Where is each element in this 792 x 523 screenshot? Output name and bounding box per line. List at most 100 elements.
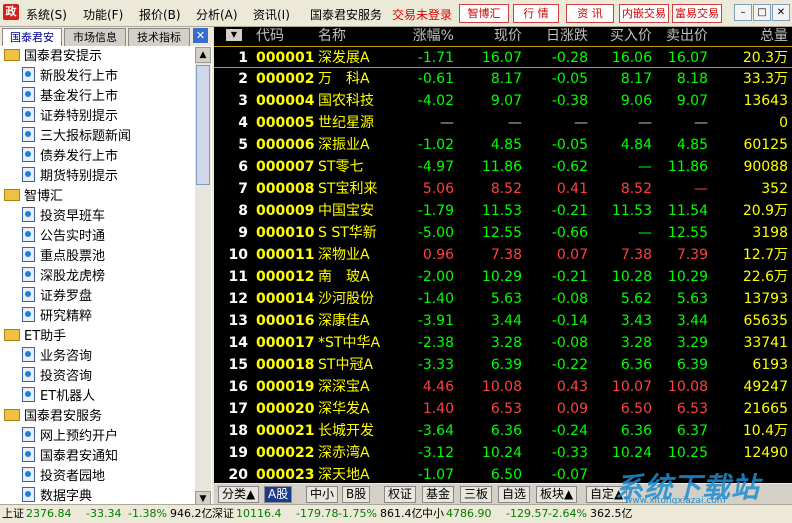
close-panel-icon[interactable]: ✕ [193,28,208,43]
tab-market-info[interactable]: 市场信息 [64,28,126,46]
row-index: 7 [238,181,248,197]
row-index: 16 [228,379,248,395]
tab-gtja[interactable]: 国泰君安 [2,28,62,46]
menu-function[interactable]: 功能(F) [83,6,123,23]
col-price[interactable]: 现价 [486,27,522,45]
tree-item[interactable]: 新股发行上市 [22,67,118,87]
menu-gtja-service[interactable]: 国泰君安服务 [310,6,382,23]
scroll-thumb[interactable] [196,65,210,185]
col-day-change[interactable]: 日涨跌 [540,27,588,45]
table-row[interactable]: 16 000019 深深宝A 4.46 10.08 0.43 10.07 10.08 49247 [214,376,792,398]
table-row[interactable]: 19 000022 深赤湾A -3.12 10.24 -0.33 10.24 10.25 124… [214,442,792,464]
tree-item[interactable]: ET机器人 [22,387,95,407]
close-button[interactable]: ✕ [772,4,790,21]
col-bid[interactable]: 买入价 [604,27,652,45]
table-row[interactable]: 5 000006 深振业A -1.02 4.85 -0.05 4.84 4.85 60125 [214,134,792,156]
table-row[interactable]: 7 000008 ST宝利来 5.06 8.52 0.41 8.52 — 352 [214,178,792,200]
table-row[interactable]: 11 000012 南 玻A -2.00 10.29 -0.21 10.28 10.29 22.… [214,266,792,288]
tree-label: 证券特别提示 [40,109,119,124]
document-icon [22,467,35,482]
col-change-pct[interactable]: 涨幅% [404,27,454,45]
market-tab[interactable]: 自选 [498,486,531,503]
tree-item[interactable]: 国泰君安通知 [22,447,118,467]
tree-item[interactable]: 业务咨询 [22,347,92,367]
tree-folder[interactable]: 智博汇 [4,187,63,207]
table-row[interactable]: 10 000011 深物业A 0.96 7.38 0.07 7.38 7.39 12.7万 [214,244,792,266]
tree-item[interactable]: 投资早班车 [22,207,105,227]
tree-item[interactable]: 重点股票池 [22,247,105,267]
table-row[interactable]: 15 000018 ST中冠A -3.33 6.39 -0.22 6.36 6.39 6193 [214,354,792,376]
market-tab[interactable]: B股 [342,486,371,503]
tree-scrollbar[interactable]: ▲ ▼ [195,47,211,507]
market-tab[interactable]: 中小 [306,486,339,503]
market-tab[interactable]: A股 [264,486,293,503]
stock-name: *ST中华A [318,335,381,351]
tab-tech-indicators[interactable]: 技术指标 [128,28,190,46]
table-row[interactable]: 13 000016 深康佳A -3.91 3.44 -0.14 3.43 3.44 65635 [214,310,792,332]
embedded-trade-button[interactable]: 内嵌交易 [619,4,669,23]
table-row[interactable]: 12 000014 沙河股份 -1.40 5.63 -0.08 5.62 5.63 13793 [214,288,792,310]
day-change: -0.05 [551,137,588,153]
zhibohui-button[interactable]: 智博汇 [459,4,509,23]
col-ask[interactable]: 卖出价 [660,27,708,45]
change-pct: -3.91 [417,313,454,329]
table-row[interactable]: 1 000001 深发展A -1.71 16.07 -0.28 16.06 16.07 20.3… [214,46,792,68]
app-logo-icon: 政 [3,4,19,20]
change-pct: -0.61 [417,71,454,87]
quote-button[interactable]: 行 情 [513,4,559,23]
info-button[interactable]: 资 讯 [566,4,614,23]
tree-item[interactable]: 证券罗盘 [22,287,92,307]
table-row[interactable]: 4 000005 世纪星源 — — — — — 0 [214,112,792,134]
menu-quote[interactable]: 报价(B) [139,6,181,23]
tree-item[interactable]: 基金发行上市 [22,87,118,107]
fuyi-trade-button[interactable]: 富易交易 [672,4,722,23]
day-change: -0.28 [551,50,588,66]
table-row[interactable]: 9 000010 S ST华新 -5.00 12.55 -0.66 — 12.55 3198 [214,222,792,244]
market-tab[interactable]: 板块▲ [536,486,578,503]
left-panel-tabs: 国泰君安 市场信息 技术指标 ✕ [0,27,212,46]
stock-name: ST中冠A [318,357,374,373]
market-tab[interactable]: 基金 [422,486,455,503]
table-row[interactable]: 14 000017 *ST中华A -2.38 3.28 -0.08 3.28 3.29 3374… [214,332,792,354]
volume: 10.4万 [742,423,788,439]
tree-item[interactable]: 期货特别提示 [22,167,118,187]
day-change: — [574,115,588,131]
tree-label: 债券发行上市 [40,149,119,164]
col-code[interactable]: 代码 [256,27,284,45]
tree-item[interactable]: 投资咨询 [22,367,92,387]
ask-price: 6.53 [676,401,708,417]
tree-item[interactable]: 三大报标题新闻 [22,127,131,147]
tree-item[interactable]: 证券特别提示 [22,107,118,127]
menu-info[interactable]: 资讯(I) [253,6,290,23]
tree-folder[interactable]: ET助手 [4,327,66,347]
tree-label: 国泰君安提示 [24,49,103,64]
menu-system[interactable]: 系统(S) [26,6,67,23]
login-status[interactable]: 交易未登录 [392,6,452,23]
tree-item[interactable]: 研究精粹 [22,307,92,327]
tree-folder[interactable]: 国泰君安服务 [4,407,102,427]
tree-folder[interactable]: 国泰君安提示 [4,47,102,67]
minimize-button[interactable]: – [734,4,752,21]
table-row[interactable]: 6 000007 ST零七 -4.97 11.86 -0.62 — 11.86 90088 [214,156,792,178]
tree-item[interactable]: 债券发行上市 [22,147,118,167]
table-row[interactable]: 3 000004 国农科技 -4.02 9.07 -0.38 9.06 9.07 13643 [214,90,792,112]
market-tab[interactable]: 分类▲ [218,486,260,503]
price: 10.08 [481,379,522,395]
table-row[interactable]: 2 000002 万 科A -0.61 8.17 -0.05 8.17 8.18 33.3万 [214,68,792,90]
column-menu-icon[interactable]: ▼ [226,29,242,41]
market-tab[interactable]: 三板 [460,486,493,503]
scroll-up-icon[interactable]: ▲ [195,47,211,63]
maximize-button[interactable]: □ [753,4,771,21]
tree-item[interactable]: 公告实时通 [22,227,105,247]
col-name[interactable]: 名称 [318,27,346,45]
table-row[interactable]: 8 000009 中国宝安 -1.79 11.53 -0.21 11.53 11.54 20.9… [214,200,792,222]
table-row[interactable]: 18 000021 长城开发 -3.64 6.36 -0.24 6.36 6.37 10.4万 [214,420,792,442]
col-volume[interactable]: 总量 [748,27,788,45]
tree-item[interactable]: 网上预约开户 [22,427,118,447]
tree-item[interactable]: 投资者园地 [22,467,105,487]
table-row[interactable]: 17 000020 深华发A 1.40 6.53 0.09 6.50 6.53 21665 [214,398,792,420]
market-tab[interactable]: 权证 [384,486,417,503]
stock-name: ST零七 [318,159,364,175]
tree-item[interactable]: 深股龙虎榜 [22,267,105,287]
menu-analysis[interactable]: 分析(A) [196,6,238,23]
